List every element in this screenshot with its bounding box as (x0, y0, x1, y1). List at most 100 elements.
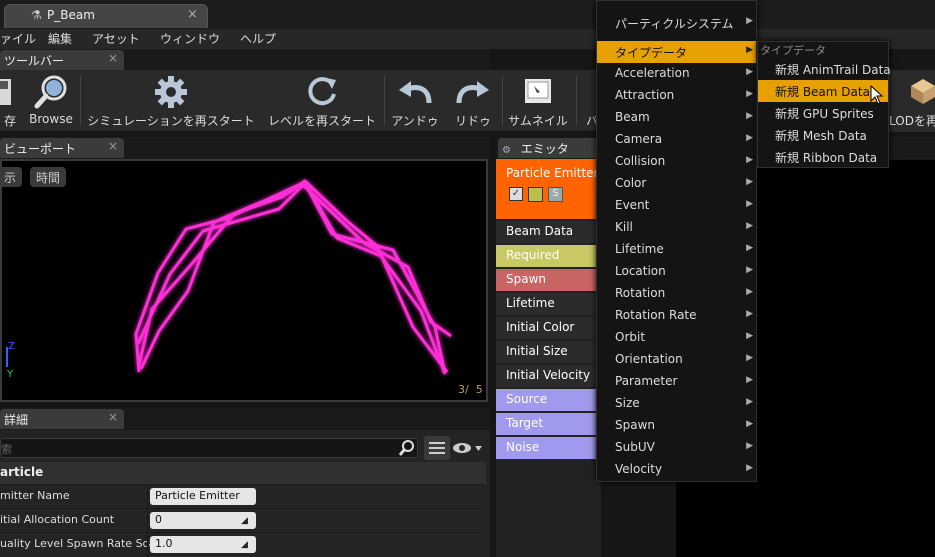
emitter-tab[interactable]: ⚙ エミッタ (498, 138, 598, 158)
chevron-right-icon: ▶ (746, 221, 753, 231)
menu-item-label: Orbit (615, 330, 646, 344)
visibility-button[interactable] (452, 440, 482, 459)
menu-item-kill[interactable]: Kill ▶ (597, 217, 756, 239)
thumbnail-button[interactable]: サムネイル (506, 70, 570, 132)
document-tab[interactable]: ⚗ P_Beam × (4, 4, 208, 28)
viewport[interactable]: 示 時間 Z Y 3/ 5 (0, 159, 488, 402)
menu-item-event[interactable]: Event ▶ (597, 195, 756, 217)
menu-item-beam[interactable]: Beam ▶ (597, 107, 756, 129)
save-icon (0, 74, 16, 110)
menu-item-color[interactable]: Color ▶ (597, 173, 756, 195)
menu-asset[interactable]: アセット (92, 30, 140, 47)
restart-level-label: レベルを再スタート (267, 114, 376, 128)
menu-help[interactable]: ヘルプ (240, 30, 276, 47)
chevron-right-icon: ▶ (746, 16, 753, 26)
details-tab[interactable]: 詳細 × (0, 409, 124, 429)
menu-window[interactable]: ウィンドウ (160, 30, 220, 47)
menu-item-spawn[interactable]: Spawn ▶ (597, 415, 756, 437)
toolbar-separator (384, 76, 385, 126)
close-icon[interactable]: × (187, 7, 198, 22)
browse-icon (28, 74, 74, 110)
toolbar-tab-row: ツールバー × (0, 49, 490, 70)
menu-item-attraction[interactable]: Attraction ▶ (597, 85, 756, 107)
menu-edit[interactable]: 編集 (48, 30, 72, 47)
close-icon[interactable]: × (108, 139, 118, 153)
menu-item-subuv[interactable]: SubUV ▶ (597, 437, 756, 459)
save-button[interactable]: 存 (0, 70, 16, 132)
redo-button[interactable]: リドゥ (448, 70, 498, 132)
view-options-button[interactable] (424, 436, 450, 460)
submenu-item-mesh-data[interactable]: 新規 Mesh Data (758, 124, 888, 146)
list-icon (429, 440, 445, 460)
document-tab-title: P_Beam (47, 8, 95, 22)
restart-level-button[interactable]: レベルを再スタート (266, 70, 378, 132)
menu-item-label: Location (615, 264, 666, 278)
restart-simulation-button[interactable]: シミュレーションを再スタート (84, 70, 258, 132)
chevron-right-icon: ▶ (746, 45, 753, 55)
viewport-tab-label: ビューポート (4, 142, 77, 156)
menu-item-label: Spawn (615, 418, 656, 432)
menu-item-rotation-rate[interactable]: Rotation Rate ▶ (597, 305, 756, 327)
menu-item-acceleration[interactable]: Acceleration ▶ (597, 63, 756, 85)
submenu-item-ribbon-data[interactable]: 新規 Ribbon Data (758, 146, 888, 168)
menu-item-orientation[interactable]: Orientation ▶ (597, 349, 756, 371)
menu-item-type-data[interactable]: タイプデータ ▶ (597, 41, 756, 63)
module-required[interactable]: Required (496, 245, 596, 267)
module-target[interactable]: Target (496, 413, 596, 435)
chevron-right-icon: ▶ (746, 375, 753, 385)
browse-button[interactable]: Browse (28, 70, 74, 132)
column-divider[interactable] (147, 485, 148, 509)
menu-item-size[interactable]: Size ▶ (597, 393, 756, 415)
emitter-name-field[interactable]: Particle Emitter (150, 488, 256, 505)
menu-item-label: Beam (615, 110, 650, 124)
module-beam-data[interactable]: Beam Data (496, 221, 596, 243)
thumbnail-label: サムネイル (508, 114, 568, 128)
restart-lod-button[interactable]: LODを再 (889, 70, 935, 132)
property-row-allocation: itial Allocation Count 0 ◢ (0, 508, 486, 533)
menu-item-parameter[interactable]: Parameter ▶ (597, 371, 756, 393)
column-divider[interactable] (147, 533, 148, 557)
undo-button[interactable]: アンドゥ (390, 70, 440, 132)
menu-item-particle-system[interactable]: パーティクルシステム ▶ (597, 12, 756, 34)
lod-counter: 3/ 5 (458, 383, 483, 396)
details-tab-row: 詳細 × (0, 408, 490, 430)
module-source[interactable]: Source (496, 389, 596, 411)
column-divider[interactable] (147, 509, 148, 533)
close-icon[interactable]: × (108, 51, 118, 65)
drag-handle-icon[interactable]: ◢ (241, 540, 248, 550)
menu-item-lifetime[interactable]: Lifetime ▶ (597, 239, 756, 261)
close-icon[interactable]: × (108, 410, 118, 424)
menu-item-collision[interactable]: Collision ▶ (597, 151, 756, 173)
particle-section-header[interactable]: article (0, 462, 486, 484)
module-lifetime[interactable]: Lifetime (496, 293, 596, 315)
menu-item-orbit[interactable]: Orbit ▶ (597, 327, 756, 349)
menu-item-label: Rotation Rate (615, 308, 697, 322)
chevron-right-icon: ▶ (746, 397, 753, 407)
section-title: article (0, 465, 44, 479)
viewport-tab[interactable]: ビューポート × (0, 138, 124, 158)
menu-item-rotation[interactable]: Rotation ▶ (597, 283, 756, 305)
viewport-tab-row: ビューポート × (0, 137, 490, 159)
solo-icon[interactable] (528, 187, 543, 202)
module-spawn[interactable]: Spawn (496, 269, 596, 291)
submenu-item-beam-data[interactable]: 新規 Beam Data (758, 80, 888, 102)
submenu-item-animtrail[interactable]: 新規 AnimTrail Data (758, 58, 891, 80)
menu-item-location[interactable]: Location ▶ (597, 261, 756, 283)
module-initial-size[interactable]: Initial Size (496, 341, 596, 363)
menu-item-camera[interactable]: Camera ▶ (597, 129, 756, 151)
module-initial-velocity[interactable]: Initial Velocity (496, 365, 596, 387)
toolbar-tab[interactable]: ツールバー × (0, 50, 124, 70)
property-row-emitter-name: mitter Name Particle Emitter (0, 484, 486, 509)
enable-checkbox[interactable]: ✓ (509, 187, 523, 201)
s-mode-icon[interactable]: S (548, 187, 563, 202)
menu-file[interactable]: ァイル (0, 30, 36, 47)
module-noise[interactable]: Noise (496, 437, 596, 459)
drag-handle-icon[interactable]: ◢ (241, 516, 248, 526)
emitter-header[interactable]: Particle Emitter ✓ S (496, 159, 598, 219)
menu-item-velocity[interactable]: Velocity ▶ (597, 459, 756, 481)
module-initial-color[interactable]: Initial Color (496, 317, 596, 339)
undo-icon (390, 74, 440, 110)
submenu-item-gpu-sprites[interactable]: 新規 GPU Sprites (758, 102, 888, 124)
search-input[interactable]: 索 (0, 438, 418, 458)
particle-system-icon: ⚗ (31, 8, 42, 22)
